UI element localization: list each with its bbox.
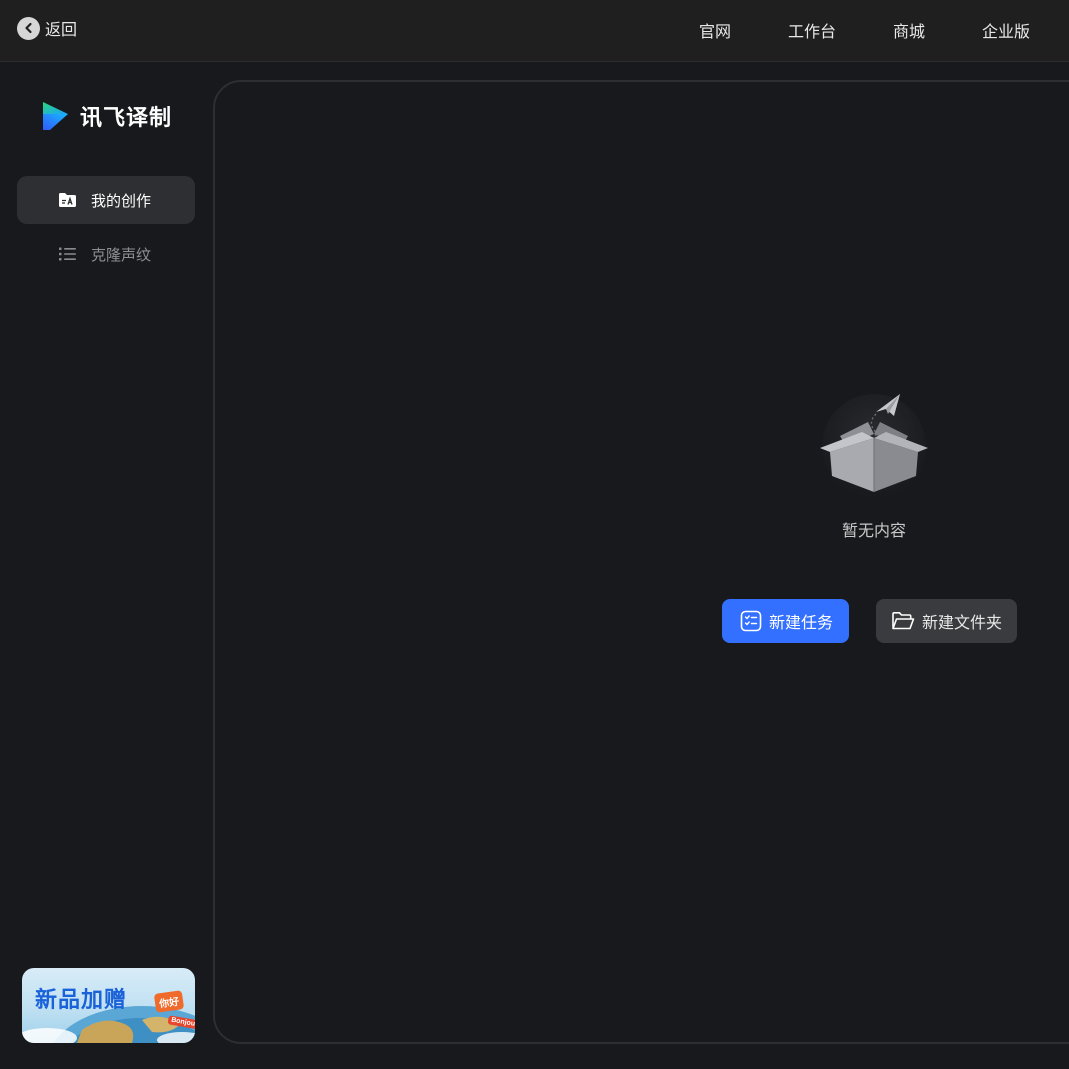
logo: 讯飞译制 [42, 100, 172, 132]
chevron-left-icon [17, 16, 40, 40]
list-icon [59, 247, 76, 261]
sidebar-item-label: 我的创作 [91, 192, 152, 210]
new-task-button[interactable]: 新建任务 [722, 599, 849, 643]
empty-box-icon [820, 394, 928, 498]
sidebar-item-my-creations[interactable]: 我的创作 [17, 176, 195, 224]
folder-translate-icon [59, 193, 76, 207]
nav-workbench[interactable]: 工作台 [788, 18, 836, 42]
top-bar: 返回 官网 工作台 商城 企业版 [0, 0, 1069, 62]
new-task-label: 新建任务 [769, 615, 834, 632]
empty-state-text: 暂无内容 [842, 523, 907, 540]
main-panel [213, 80, 1069, 1044]
task-list-icon [740, 610, 762, 632]
folder-open-icon [892, 612, 915, 630]
logo-text: 讯飞译制 [80, 105, 173, 130]
nav-official-site[interactable]: 官网 [699, 18, 731, 42]
new-folder-button[interactable]: 新建文件夹 [876, 599, 1017, 643]
sidebar-item-label: 克隆声纹 [91, 246, 152, 264]
sidebar-item-clone-voiceprint[interactable]: 克隆声纹 [17, 230, 195, 278]
logo-icon [43, 102, 68, 130]
new-folder-label: 新建文件夹 [922, 615, 1003, 632]
promo-bubble-nihao: 你好 [153, 990, 185, 1013]
sidebar: 讯飞译制 我的创作 克隆声纹 新品加赠 你好 Bonjour [0, 63, 213, 1069]
promo-banner[interactable]: 新品加赠 你好 Bonjour [22, 968, 195, 1043]
nav-enterprise[interactable]: 企业版 [982, 18, 1030, 42]
nav-store[interactable]: 商城 [893, 18, 925, 42]
promo-title: 新品加赠 [35, 987, 128, 1012]
back-button[interactable]: 返回 [17, 16, 77, 40]
back-label: 返回 [45, 22, 78, 39]
